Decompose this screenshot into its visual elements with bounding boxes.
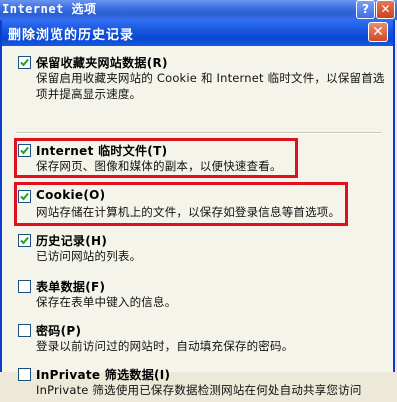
outer-close-button[interactable]: ✕ [376,0,395,19]
option-passwords: 密码(P) 登录以前访问过的网站时，自动填充保存的密码。 [16,322,376,358]
option-inprivate-filtering: InPrivate 筛选数据(I) InPrivate 筛选使用已保存数据检测网… [16,366,376,402]
checkbox-passwords[interactable] [18,324,31,337]
option-description: InPrivate 筛选使用已保存数据检测网站在何处自动共享您访问 [36,383,362,397]
option-form-data: 表单数据(F) 保存在表单中键入的信息。 [16,278,376,314]
checkbox-history[interactable] [18,234,31,247]
option-label: 表单数据(F) [36,280,106,294]
highlight-box-cookies [14,182,348,226]
highlight-box-temporary-files [14,138,298,178]
separator [16,132,381,134]
option-description: 已访问网站的列表。 [36,249,142,263]
dialog-title: 删除浏览的历史记录 [8,28,135,43]
option-description: 登录以前访问过的网站时，自动填充保存的密码。 [36,339,294,353]
dialog-content: 保留收藏夹网站数据(R) 保留启用收藏夹网站的 Cookie 和 Interne… [2,46,393,397]
option-history: 历史记录(H) 已访问网站的列表。 [16,232,376,268]
checkbox-preserve-favorites[interactable] [18,56,31,69]
outer-window-title: Internet 选项 [2,2,97,16]
checkbox-form-data[interactable] [18,280,31,293]
delete-history-dialog: 删除浏览的历史记录 ✕ 保留收藏夹网站数据(R) 保留启用收藏夹网站的 Cook… [0,20,395,397]
dialog-titlebar: 删除浏览的历史记录 ✕ [2,20,393,46]
option-description: 保存在表单中键入的信息。 [36,295,177,309]
checkmark-icon [20,236,29,245]
option-label: 历史记录(H) [36,234,108,248]
option-preserve-favorites: 保留收藏夹网站数据(R) 保留启用收藏夹网站的 Cookie 和 Interne… [16,54,384,124]
checkmark-icon [20,58,29,67]
outer-window-titlebar: Internet 选项 ? ✕ [0,0,397,20]
option-description: 保留启用收藏夹网站的 Cookie 和 Internet 临时文件，以保留首选项… [36,71,385,101]
option-label: 保留收藏夹网站数据(R) [36,56,168,70]
dialog-close-button[interactable]: ✕ [368,22,388,42]
help-button[interactable]: ? [356,0,375,19]
option-label: InPrivate 筛选数据(I) [36,368,171,382]
option-label: 密码(P) [36,324,82,338]
